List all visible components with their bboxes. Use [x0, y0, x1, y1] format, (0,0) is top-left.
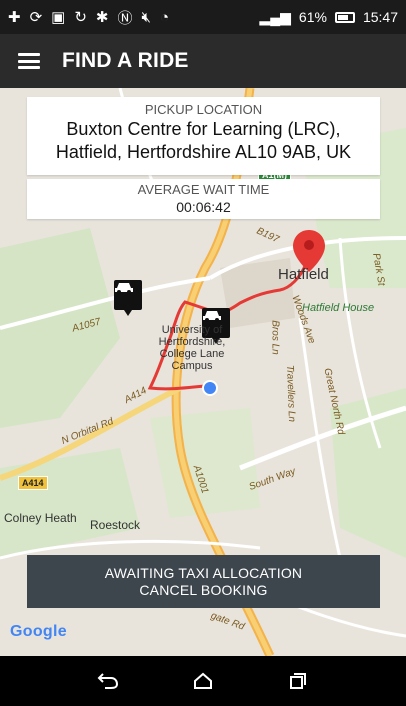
- average-wait-value: 00:06:42: [176, 199, 231, 215]
- pickup-location-label: PICKUP LOCATION: [144, 102, 263, 117]
- nfc-icon: Ⓝ: [117, 9, 133, 27]
- road-label-travellers-ln: Travellers Ln: [284, 364, 298, 423]
- road-badge-a414: A414: [18, 476, 48, 490]
- hamburger-menu-icon[interactable]: [18, 53, 40, 69]
- average-wait-label: AVERAGE WAIT TIME: [137, 182, 270, 197]
- current-location-dot: [202, 380, 218, 396]
- pickup-location-card[interactable]: PICKUP LOCATION Buxton Centre for Learni…: [27, 97, 380, 175]
- booking-status-panel: AWAITING TAXI ALLOCATION CANCEL BOOKING: [27, 555, 380, 608]
- pickup-address-line1: Buxton Centre for Learning (LRC),: [66, 119, 341, 139]
- sync-icon: ⟳: [29, 9, 43, 26]
- status-bar: ✚ ⟳ ▣ ↻ ✱ Ⓝ 🔇︎ ◔ ▂▄▆ 61% 15:47: [0, 0, 406, 34]
- bluetooth-icon: ✱: [95, 9, 109, 26]
- page-title: FIND A RIDE: [62, 49, 189, 72]
- battery-percent: 61%: [298, 9, 327, 25]
- cancel-booking-button[interactable]: CANCEL BOOKING: [27, 582, 380, 599]
- road-label-birds-ln: Bros Ln: [269, 320, 281, 355]
- average-wait-card: AVERAGE WAIT TIME 00:06:42: [27, 179, 380, 219]
- app-bar: FIND A RIDE: [0, 34, 406, 88]
- system-nav-bar: [0, 656, 406, 706]
- map-label-colney-heath: Colney Heath: [4, 511, 77, 525]
- google-attribution-logo: Google: [10, 623, 67, 640]
- wifi-icon: ◔: [159, 8, 170, 26]
- pickup-address-line2: Hatfield, Hertfordshire AL10 9AB, UK: [55, 142, 352, 162]
- battery-icon: [334, 11, 355, 23]
- map-label-university: University of Hertfordshire, College Lan…: [158, 324, 226, 372]
- whatsapp-icon: ✚: [8, 9, 21, 26]
- mute-icon: 🔇︎: [141, 8, 151, 26]
- back-icon[interactable]: [88, 661, 128, 701]
- taxi-marker-icon[interactable]: [114, 280, 142, 316]
- sync-alt-icon: ↻: [74, 9, 87, 26]
- signal-icon: ▂▄▆: [259, 8, 291, 25]
- clock: 15:47: [362, 9, 398, 25]
- image-icon: ▣: [51, 9, 66, 26]
- map-label-roestock: Roestock: [90, 518, 141, 532]
- notification-icons: ✚ ⟳ ▣ ↻ ✱ Ⓝ 🔇︎ ◔: [8, 7, 169, 28]
- map-label-hatfield: Hatfield: [278, 266, 329, 283]
- map-label-hatfield-house: Hatfield House: [302, 302, 375, 314]
- awaiting-allocation-status: AWAITING TAXI ALLOCATION: [104, 565, 303, 581]
- home-icon[interactable]: [183, 661, 223, 701]
- recents-icon[interactable]: [278, 661, 318, 701]
